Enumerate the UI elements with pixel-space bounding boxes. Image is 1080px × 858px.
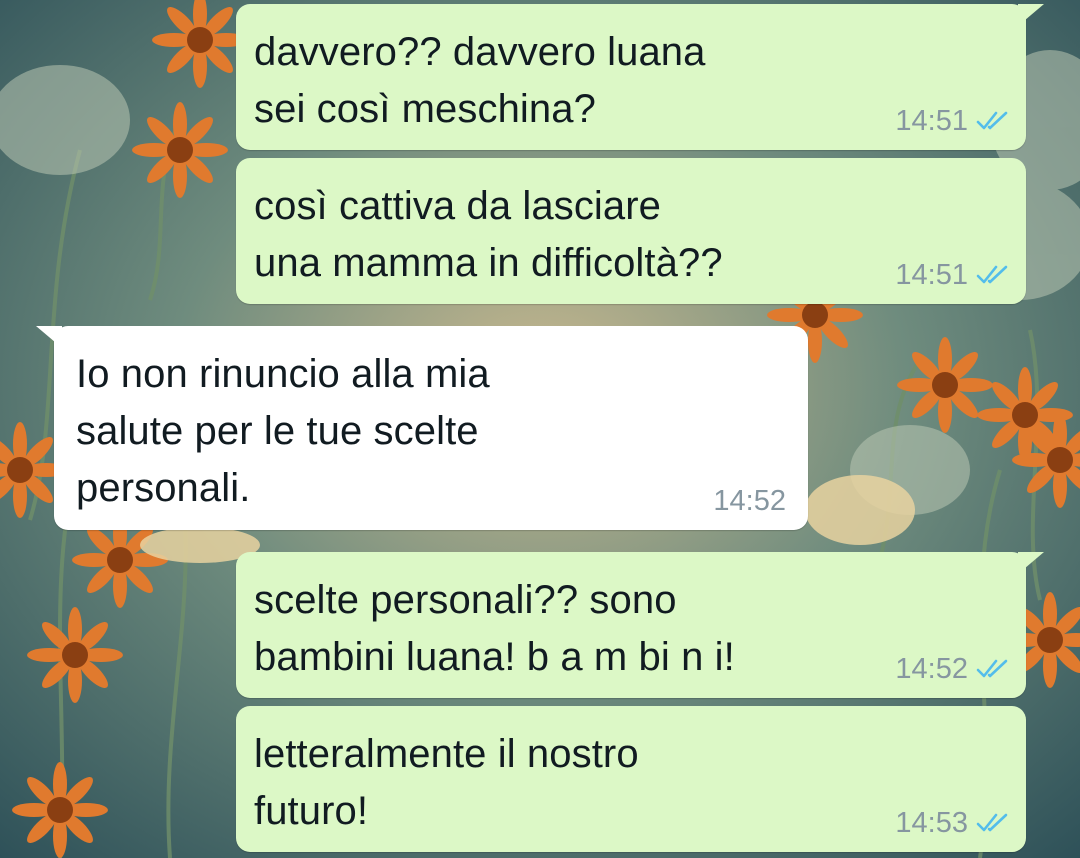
chat-message-list: davvero?? davvero luana sei così meschin… (0, 0, 1080, 858)
outgoing-message-bubble[interactable]: davvero?? davvero luana sei così meschin… (236, 4, 1044, 150)
message-meta: 14:51 (895, 106, 1010, 136)
message-text: letteralmente il nostro futuro! (254, 732, 639, 833)
message-text: davvero?? davvero luana sei così meschin… (254, 30, 706, 131)
outgoing-message-bubble[interactable]: letteralmente il nostro futuro! 14:53 (236, 706, 1026, 852)
double-check-read-icon (976, 813, 1008, 832)
message-text: così cattiva da lasciare una mamma in di… (254, 184, 723, 285)
message-meta: 14:53 (895, 808, 1010, 838)
message-text: Io non rinuncio alla mia salute per le t… (76, 352, 490, 510)
incoming-message-bubble[interactable]: Io non rinuncio alla mia salute per le t… (36, 326, 808, 530)
outgoing-message-bubble[interactable]: scelte personali?? sono bambini luana! b… (236, 552, 1044, 698)
bubble-tail (1018, 4, 1044, 26)
message-timestamp: 14:52 (713, 485, 786, 517)
message-meta: 14:51 (895, 260, 1010, 290)
double-check-read-icon (976, 659, 1008, 678)
message-timestamp: 14:51 (895, 105, 968, 137)
outgoing-message-bubble[interactable]: così cattiva da lasciare una mamma in di… (236, 158, 1026, 304)
bubble-tail (1018, 552, 1044, 574)
message-timestamp: 14:52 (895, 653, 968, 685)
bubble-tail (36, 326, 62, 348)
double-check-read-icon (976, 111, 1008, 130)
message-meta: 14:52 (713, 486, 786, 516)
message-timestamp: 14:51 (895, 259, 968, 291)
message-meta: 14:52 (895, 654, 1010, 684)
message-text: scelte personali?? sono bambini luana! b… (254, 578, 735, 679)
message-timestamp: 14:53 (895, 807, 968, 839)
double-check-read-icon (976, 265, 1008, 284)
